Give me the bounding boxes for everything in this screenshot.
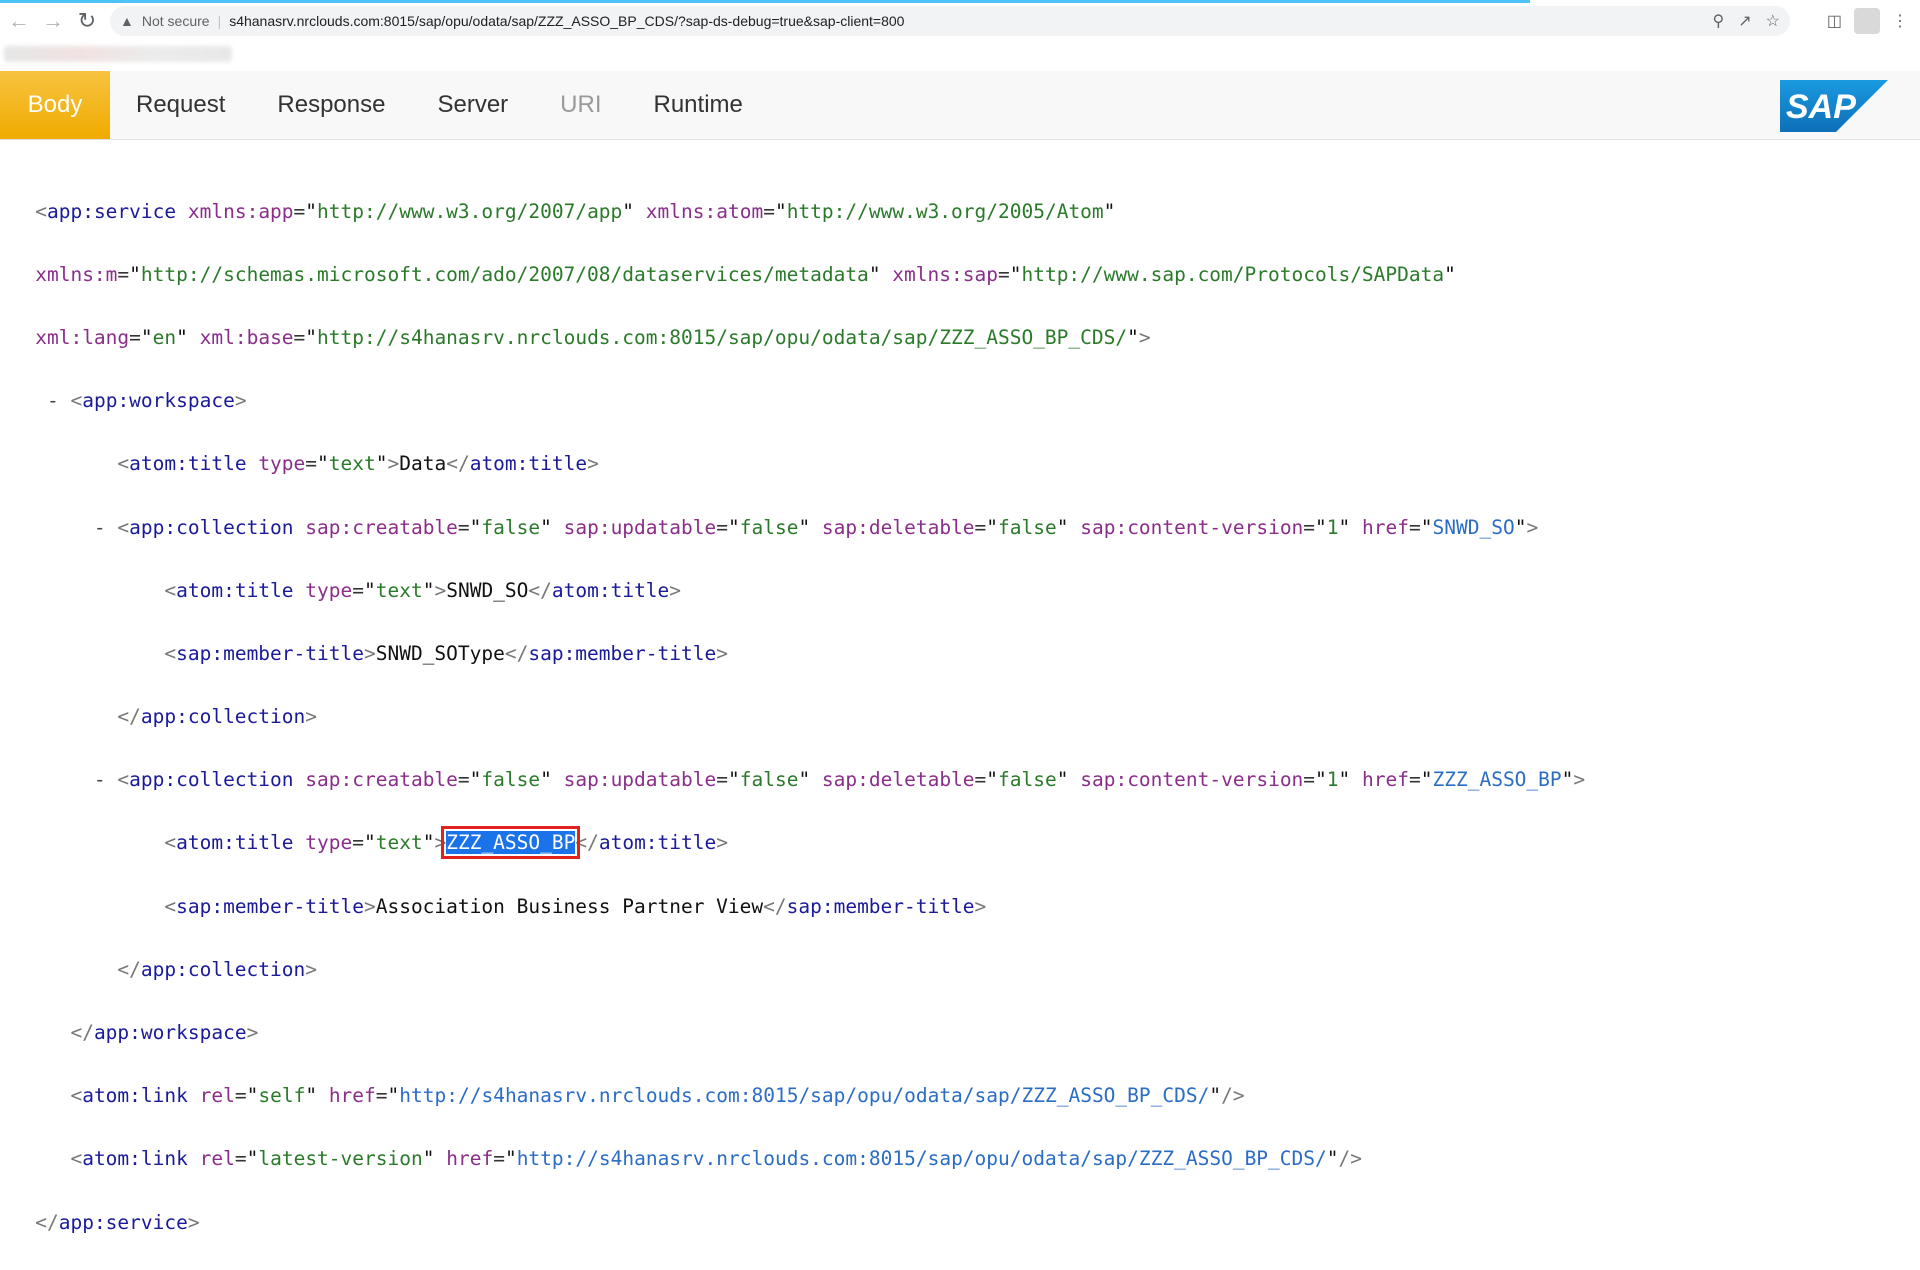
- xml-line: </app:service>: [35, 1210, 200, 1234]
- bookmark-star-icon[interactable]: ☆: [1766, 11, 1780, 31]
- address-bar[interactable]: ▲ Not secure | s4hanasrv.nrclouds.com:80…: [110, 6, 1790, 36]
- xml-body: <app:service xmlns:app="http://www.w3.or…: [0, 164, 1585, 1270]
- xml-line: </app:collection>: [117, 705, 318, 729]
- xml-line: <app:service xmlns:app="http://www.w3.or…: [35, 199, 1116, 223]
- forward-icon[interactable]: →: [38, 6, 68, 36]
- back-icon[interactable]: ←: [4, 6, 34, 36]
- collapse-toggle[interactable]: -: [94, 516, 106, 539]
- xml-line: </app:collection>: [117, 957, 318, 981]
- xml-line: - <app:collection sap:creatable="false" …: [93, 515, 1539, 539]
- blurred-bookmarks: [4, 46, 232, 62]
- profile-avatar[interactable]: [1854, 8, 1880, 34]
- xml-line: <atom:title type="text">ZZZ_ASSO_BP</ato…: [164, 826, 728, 860]
- tab-uri[interactable]: URI: [534, 71, 627, 139]
- collapse-toggle[interactable]: -: [94, 768, 106, 791]
- url-path: :8015/sap/opu/odata/sap/ZZZ_ASSO_BP_CDS/…: [379, 13, 905, 29]
- xml-line: <atom:link rel="latest-version" href="ht…: [70, 1147, 1362, 1171]
- xml-line: xmlns:m="http://schemas.microsoft.com/ad…: [35, 262, 1456, 286]
- xml-line: - <app:workspace>: [46, 389, 247, 413]
- xml-line: xml:lang="en" xml:base="http://s4hanasrv…: [35, 325, 1151, 349]
- tab-response[interactable]: Response: [251, 71, 411, 139]
- sap-logo: SAP: [1780, 80, 1888, 132]
- bookmarks-bar: [0, 42, 240, 66]
- sidepanel-icon[interactable]: ◫: [1827, 11, 1842, 31]
- collection-href-link[interactable]: SNWD_SO: [1433, 516, 1515, 539]
- collection-href-link[interactable]: ZZZ_ASSO_BP: [1433, 768, 1562, 791]
- xml-line: <sap:member-title>Association Business P…: [164, 894, 987, 918]
- xml-line: <atom:title type="text">SNWD_SO</atom:ti…: [164, 578, 682, 602]
- sap-logo-text: SAP: [1786, 88, 1856, 126]
- xml-line: <atom:link rel="self" href="http://s4han…: [70, 1084, 1245, 1108]
- collapse-toggle[interactable]: -: [47, 389, 59, 412]
- self-link[interactable]: http://s4hanasrv.nrclouds.com:8015/sap/o…: [399, 1084, 1209, 1107]
- omnibox-divider: |: [217, 13, 222, 29]
- debug-tab-bar: Body Request Response Server URI Runtime: [0, 71, 1920, 140]
- xml-line: </app:workspace>: [70, 1021, 259, 1045]
- tab-runtime[interactable]: Runtime: [628, 71, 769, 139]
- url-text[interactable]: s4hanasrv.nrclouds.com:8015/sap/opu/odat…: [229, 13, 904, 29]
- menu-icon[interactable]: ⋮: [1892, 11, 1908, 31]
- zoom-icon[interactable]: ⚲: [1713, 11, 1725, 31]
- xml-line: - <app:collection sap:creatable="false" …: [93, 768, 1586, 792]
- xml-line: <sap:member-title>SNWD_SOType</sap:membe…: [164, 641, 728, 665]
- tab-body[interactable]: Body: [0, 71, 110, 139]
- xml-line: <atom:title type="text">Data</atom:title…: [117, 452, 599, 476]
- tab-server[interactable]: Server: [411, 71, 534, 139]
- toolbar-right: ◫ ⋮: [1827, 6, 1920, 36]
- security-label[interactable]: Not secure: [142, 13, 210, 29]
- latest-version-link[interactable]: http://s4hanasrv.nrclouds.com:8015/sap/o…: [517, 1147, 1327, 1170]
- url-host: s4hanasrv.nrclouds.com: [229, 13, 380, 29]
- share-icon[interactable]: ↗: [1738, 11, 1751, 31]
- warning-icon[interactable]: ▲: [120, 13, 134, 29]
- selected-entity-set-name[interactable]: ZZZ_ASSO_BP: [441, 826, 581, 860]
- reload-icon[interactable]: ↻: [72, 6, 102, 36]
- tab-request[interactable]: Request: [110, 71, 251, 139]
